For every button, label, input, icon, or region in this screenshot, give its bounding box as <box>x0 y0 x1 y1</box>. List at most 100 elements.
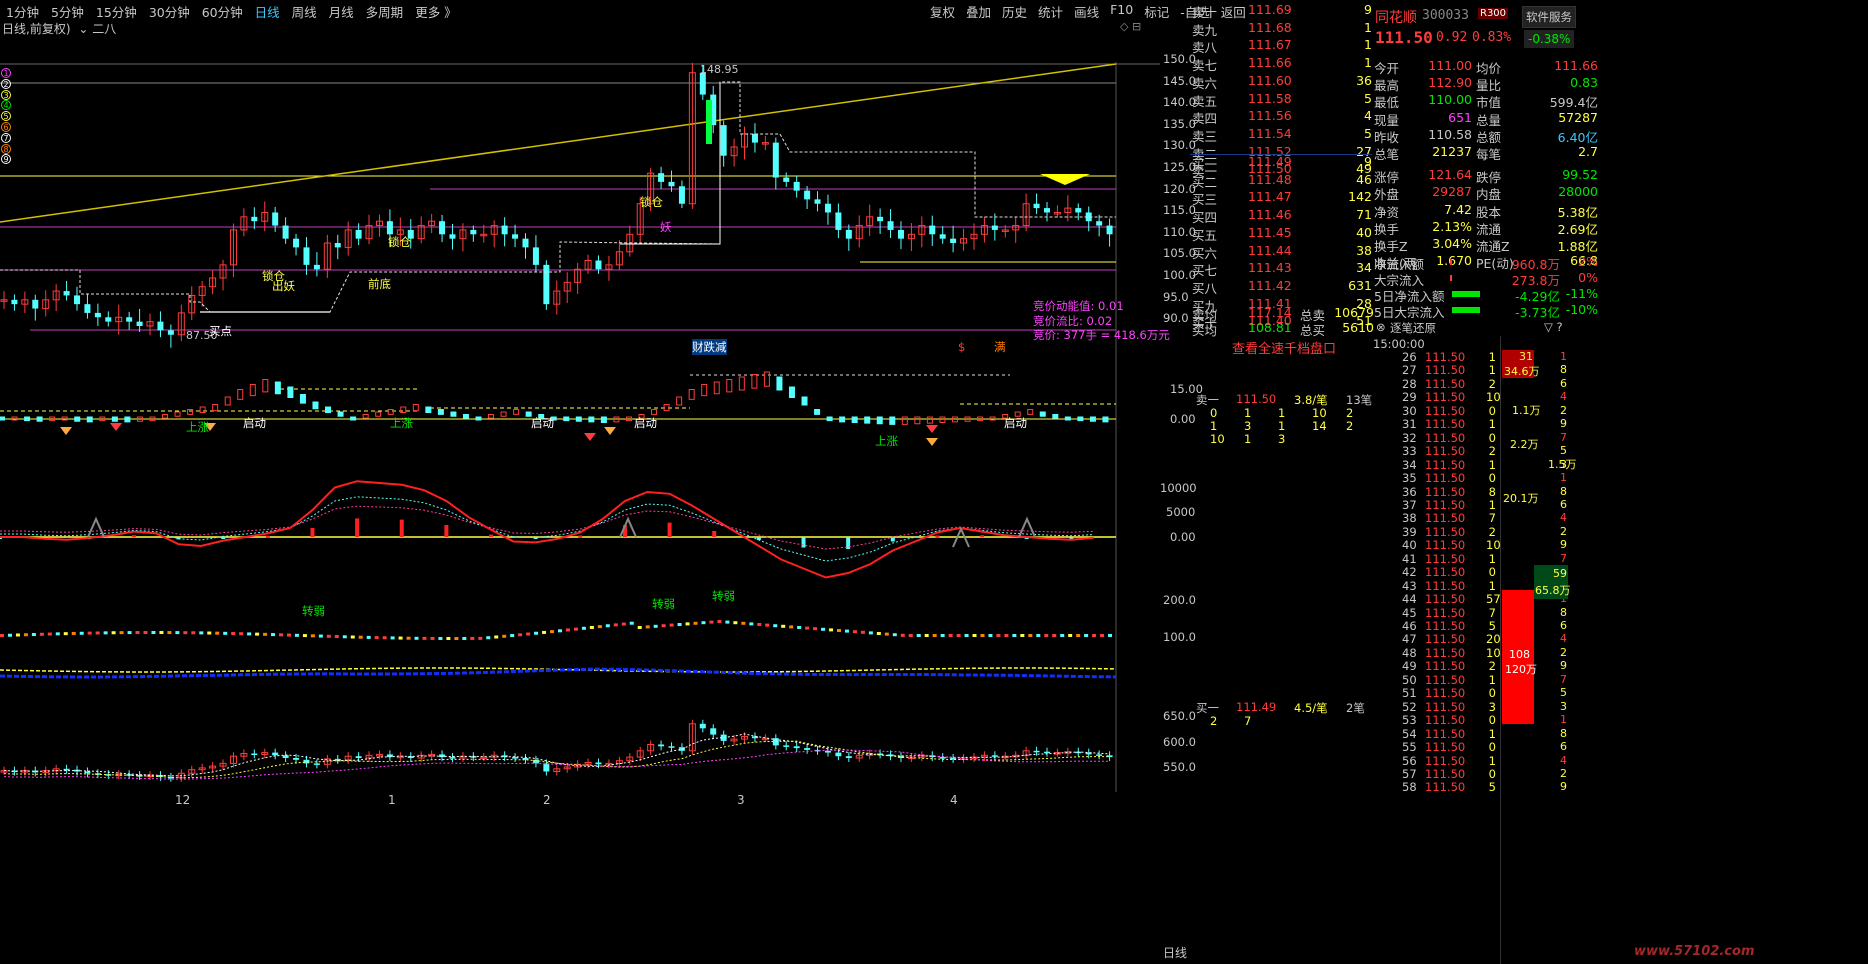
ticks-toggle-icon[interactable]: ⊗ <box>1376 320 1386 334</box>
ind3-dot <box>1084 634 1089 637</box>
full-depth-link[interactable]: 查看全速千档盘口 <box>1232 338 1336 357</box>
toolbar-btn-3[interactable]: 统计 <box>1038 2 1063 21</box>
buy-row[interactable]: 买六 111.44 38 <box>1190 243 1390 261</box>
toolbar-btn-2[interactable]: 历史 <box>1002 2 1027 21</box>
ind3-dot <box>980 634 985 637</box>
diamond-marker <box>60 427 72 435</box>
period-tab-2[interactable]: 15分钟 <box>96 2 137 21</box>
tick-vol: 1 <box>1488 726 1496 741</box>
ind1-bar <box>726 379 733 393</box>
ind3-dot <box>868 631 873 635</box>
period-tab-3[interactable]: 30分钟 <box>149 2 190 21</box>
ind1-bar <box>876 416 883 425</box>
ind2-hist <box>935 535 940 538</box>
ob-label: 买三 <box>1192 192 1218 208</box>
up-label: 上涨 <box>390 416 413 430</box>
ind4-body-down <box>658 744 665 747</box>
queue-num: 3 <box>1244 419 1252 433</box>
sell-row[interactable]: 卖十 111.69 9 <box>1190 2 1390 20</box>
period-tab-8[interactable]: 多周期 <box>366 2 404 21</box>
buy-row[interactable]: 买七 111.43 34 <box>1190 260 1390 278</box>
sell-row[interactable]: 卖六 111.60 36 <box>1190 73 1390 91</box>
ind1-bar <box>24 416 31 422</box>
ind1-bar <box>513 409 520 415</box>
flow-row: 5日大宗流入 -3.73亿 -10% <box>1372 302 1868 321</box>
buy-row[interactable]: 买八 111.42 631 <box>1190 278 1390 296</box>
ind3-dot <box>494 635 499 639</box>
filter-icon[interactable]: ▽ ? <box>1544 320 1563 334</box>
queue-num: 2 <box>1346 419 1354 433</box>
candle-body-down <box>720 125 727 156</box>
ind3-dot <box>438 636 443 640</box>
sell-row[interactable]: 卖七 111.66 1 <box>1190 55 1390 73</box>
ob-label: 买四 <box>1192 210 1218 226</box>
info-key2: 跌停 <box>1476 170 1502 186</box>
buy-row[interactable]: 买三 111.47 142 <box>1190 189 1390 207</box>
buy-row[interactable]: 买一 111.49 9 <box>1190 154 1390 172</box>
tick-price: 111.50 <box>1425 632 1466 647</box>
tick-vol: 0 <box>1488 430 1496 445</box>
ind1-bar <box>249 384 256 397</box>
ind3-dot <box>23 633 28 637</box>
tick-price: 111.50 <box>1425 605 1466 620</box>
toolbar-btn-4[interactable]: 画线 <box>1074 2 1099 21</box>
ind3-dot <box>526 632 531 636</box>
tick-time: 27 <box>1402 363 1417 378</box>
ind3-dot <box>1068 634 1073 637</box>
ind1-bar <box>425 406 432 413</box>
candle-body-down <box>1033 203 1040 209</box>
period-tab-5[interactable]: 日线 <box>255 2 280 21</box>
sector-name[interactable]: 软件服务 <box>1522 6 1576 28</box>
ind4-body-down <box>293 758 300 760</box>
ob-vol: 5 <box>1364 125 1372 141</box>
info-val2: 5.38亿 <box>1557 204 1598 220</box>
buy-row[interactable]: 买四 111.46 71 <box>1190 207 1390 225</box>
sell-row[interactable]: 卖四 111.56 4 <box>1190 108 1390 126</box>
tick-time: 37 <box>1402 497 1417 512</box>
ind3-dot <box>844 629 849 633</box>
toolbar-btn-6[interactable]: 标记 <box>1144 2 1169 21</box>
ind1-bar <box>676 396 683 406</box>
tick-right-num: 2 <box>1560 766 1567 780</box>
ind1-bar <box>350 416 357 421</box>
kline-chart[interactable] <box>0 22 1160 964</box>
ind1-bar <box>1102 416 1109 423</box>
period-tab-9[interactable]: 更多 》 <box>415 2 456 21</box>
price-change-pct: 0.83% <box>1472 30 1512 45</box>
tick-vol: 0 <box>1488 403 1496 418</box>
tick-time: 50 <box>1402 672 1417 687</box>
ob-label: 卖十 <box>1192 5 1218 20</box>
sell-row[interactable]: 卖五 111.58 5 <box>1190 91 1390 109</box>
period-tab-0[interactable]: 1分钟 <box>6 2 39 21</box>
candle-body-down <box>251 216 258 222</box>
ind1-bar <box>788 386 795 398</box>
sell-row[interactable]: 卖九 111.68 1 <box>1190 20 1390 38</box>
tick-price: 111.50 <box>1425 350 1466 364</box>
candle-body-down <box>439 221 446 235</box>
ind3-dot <box>143 631 148 635</box>
tick-time: 51 <box>1402 686 1417 701</box>
buy-row[interactable]: 买二 111.48 46 <box>1190 172 1390 190</box>
queue-num: 1 <box>1244 432 1252 446</box>
toolbar-btn-0[interactable]: 复权 <box>930 2 955 21</box>
sell-row[interactable]: 卖三 111.54 5 <box>1190 126 1390 144</box>
period-tab-6[interactable]: 周线 <box>292 2 317 21</box>
info-val: 110.58 <box>1428 126 1472 142</box>
candle-body-down <box>1106 225 1113 235</box>
period-tab-4[interactable]: 60分钟 <box>202 2 243 21</box>
sell-row[interactable]: 卖八 111.67 1 <box>1190 37 1390 55</box>
info-row: 净资 7.42 股本 5.38亿 <box>1372 202 1868 221</box>
tick-time: 40 <box>1402 538 1417 553</box>
tick-right-num: 9 <box>1560 538 1567 552</box>
info-val: 2.13% <box>1432 218 1472 234</box>
tick-right-num: 1 <box>1560 713 1567 727</box>
tick-time: 31 <box>1402 417 1417 432</box>
tick-price: 111.50 <box>1425 740 1466 755</box>
buy-row[interactable]: 买五 111.45 40 <box>1190 225 1390 243</box>
toolbar-btn-1[interactable]: 叠加 <box>966 2 991 21</box>
period-tab-7[interactable]: 月线 <box>329 2 354 21</box>
info-row: 换手Z 3.04% 流通Z 1.88亿 <box>1372 236 1868 255</box>
info-val: 651 <box>1448 109 1472 125</box>
toolbar-btn-5[interactable]: F10 <box>1110 2 1133 21</box>
period-tab-1[interactable]: 5分钟 <box>51 2 84 21</box>
